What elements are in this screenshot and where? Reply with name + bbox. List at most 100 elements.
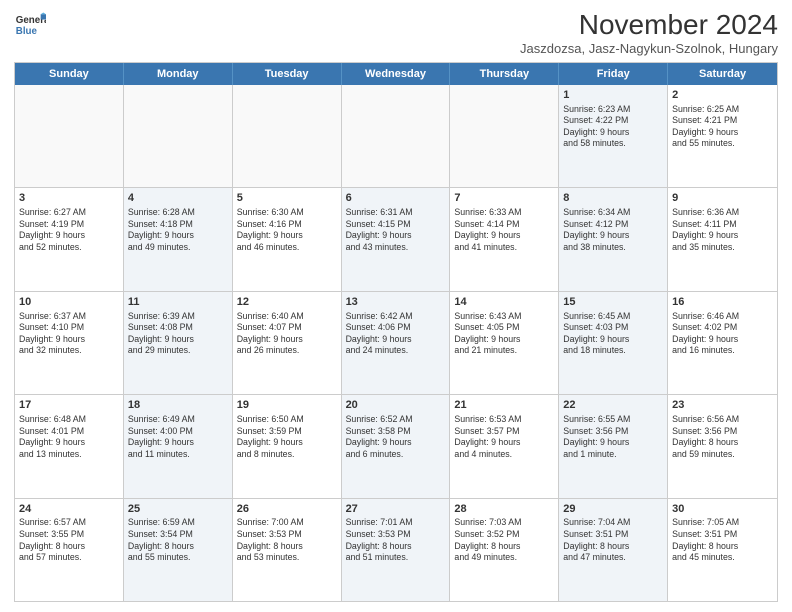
day-info: Sunrise: 6:45 AM Sunset: 4:03 PM Dayligh… xyxy=(563,311,663,357)
empty-cell-0-2 xyxy=(233,85,342,187)
day-cell-26: 26Sunrise: 7:00 AM Sunset: 3:53 PM Dayli… xyxy=(233,499,342,601)
header-cell-sunday: Sunday xyxy=(15,63,124,85)
day-cell-9: 9Sunrise: 6:36 AM Sunset: 4:11 PM Daylig… xyxy=(668,188,777,290)
day-number: 19 xyxy=(237,398,337,413)
day-cell-27: 27Sunrise: 7:01 AM Sunset: 3:53 PM Dayli… xyxy=(342,499,451,601)
day-number: 30 xyxy=(672,502,773,517)
day-info: Sunrise: 6:34 AM Sunset: 4:12 PM Dayligh… xyxy=(563,207,663,253)
day-info: Sunrise: 7:00 AM Sunset: 3:53 PM Dayligh… xyxy=(237,517,337,563)
day-info: Sunrise: 6:28 AM Sunset: 4:18 PM Dayligh… xyxy=(128,207,228,253)
day-info: Sunrise: 6:25 AM Sunset: 4:21 PM Dayligh… xyxy=(672,104,773,150)
day-number: 2 xyxy=(672,88,773,103)
day-cell-29: 29Sunrise: 7:04 AM Sunset: 3:51 PM Dayli… xyxy=(559,499,668,601)
day-cell-23: 23Sunrise: 6:56 AM Sunset: 3:56 PM Dayli… xyxy=(668,395,777,497)
empty-cell-0-1 xyxy=(124,85,233,187)
day-number: 23 xyxy=(672,398,773,413)
day-number: 13 xyxy=(346,295,446,310)
calendar-body: 1Sunrise: 6:23 AM Sunset: 4:22 PM Daylig… xyxy=(15,85,777,601)
day-number: 24 xyxy=(19,502,119,517)
day-info: Sunrise: 6:55 AM Sunset: 3:56 PM Dayligh… xyxy=(563,414,663,460)
day-number: 1 xyxy=(563,88,663,103)
day-info: Sunrise: 6:46 AM Sunset: 4:02 PM Dayligh… xyxy=(672,311,773,357)
day-info: Sunrise: 6:59 AM Sunset: 3:54 PM Dayligh… xyxy=(128,517,228,563)
day-number: 5 xyxy=(237,191,337,206)
header: General Blue November 2024 Jaszdozsa, Ja… xyxy=(14,10,778,56)
day-info: Sunrise: 6:39 AM Sunset: 4:08 PM Dayligh… xyxy=(128,311,228,357)
title-block: November 2024 Jaszdozsa, Jasz-Nagykun-Sz… xyxy=(520,10,778,56)
day-info: Sunrise: 6:30 AM Sunset: 4:16 PM Dayligh… xyxy=(237,207,337,253)
day-cell-10: 10Sunrise: 6:37 AM Sunset: 4:10 PM Dayli… xyxy=(15,292,124,394)
day-cell-6: 6Sunrise: 6:31 AM Sunset: 4:15 PM Daylig… xyxy=(342,188,451,290)
calendar-row-3: 10Sunrise: 6:37 AM Sunset: 4:10 PM Dayli… xyxy=(15,291,777,394)
day-info: Sunrise: 6:50 AM Sunset: 3:59 PM Dayligh… xyxy=(237,414,337,460)
day-number: 27 xyxy=(346,502,446,517)
day-number: 12 xyxy=(237,295,337,310)
day-cell-24: 24Sunrise: 6:57 AM Sunset: 3:55 PM Dayli… xyxy=(15,499,124,601)
day-number: 9 xyxy=(672,191,773,206)
day-cell-19: 19Sunrise: 6:50 AM Sunset: 3:59 PM Dayli… xyxy=(233,395,342,497)
day-info: Sunrise: 7:03 AM Sunset: 3:52 PM Dayligh… xyxy=(454,517,554,563)
day-info: Sunrise: 6:36 AM Sunset: 4:11 PM Dayligh… xyxy=(672,207,773,253)
day-number: 14 xyxy=(454,295,554,310)
calendar-row-5: 24Sunrise: 6:57 AM Sunset: 3:55 PM Dayli… xyxy=(15,498,777,601)
month-title: November 2024 xyxy=(520,10,778,41)
day-cell-21: 21Sunrise: 6:53 AM Sunset: 3:57 PM Dayli… xyxy=(450,395,559,497)
day-number: 29 xyxy=(563,502,663,517)
day-info: Sunrise: 7:01 AM Sunset: 3:53 PM Dayligh… xyxy=(346,517,446,563)
day-cell-13: 13Sunrise: 6:42 AM Sunset: 4:06 PM Dayli… xyxy=(342,292,451,394)
page: General Blue November 2024 Jaszdozsa, Ja… xyxy=(0,0,792,612)
calendar-header: SundayMondayTuesdayWednesdayThursdayFrid… xyxy=(15,63,777,85)
day-cell-14: 14Sunrise: 6:43 AM Sunset: 4:05 PM Dayli… xyxy=(450,292,559,394)
day-cell-16: 16Sunrise: 6:46 AM Sunset: 4:02 PM Dayli… xyxy=(668,292,777,394)
day-info: Sunrise: 6:48 AM Sunset: 4:01 PM Dayligh… xyxy=(19,414,119,460)
calendar-row-1: 1Sunrise: 6:23 AM Sunset: 4:22 PM Daylig… xyxy=(15,85,777,187)
day-cell-2: 2Sunrise: 6:25 AM Sunset: 4:21 PM Daylig… xyxy=(668,85,777,187)
day-cell-15: 15Sunrise: 6:45 AM Sunset: 4:03 PM Dayli… xyxy=(559,292,668,394)
day-number: 7 xyxy=(454,191,554,206)
logo: General Blue xyxy=(14,10,50,38)
day-number: 21 xyxy=(454,398,554,413)
day-number: 17 xyxy=(19,398,119,413)
calendar-row-2: 3Sunrise: 6:27 AM Sunset: 4:19 PM Daylig… xyxy=(15,187,777,290)
day-number: 25 xyxy=(128,502,228,517)
day-info: Sunrise: 6:56 AM Sunset: 3:56 PM Dayligh… xyxy=(672,414,773,460)
header-cell-thursday: Thursday xyxy=(450,63,559,85)
day-number: 10 xyxy=(19,295,119,310)
day-cell-12: 12Sunrise: 6:40 AM Sunset: 4:07 PM Dayli… xyxy=(233,292,342,394)
day-number: 18 xyxy=(128,398,228,413)
day-cell-28: 28Sunrise: 7:03 AM Sunset: 3:52 PM Dayli… xyxy=(450,499,559,601)
day-number: 16 xyxy=(672,295,773,310)
location-subtitle: Jaszdozsa, Jasz-Nagykun-Szolnok, Hungary xyxy=(520,41,778,56)
day-number: 22 xyxy=(563,398,663,413)
day-cell-22: 22Sunrise: 6:55 AM Sunset: 3:56 PM Dayli… xyxy=(559,395,668,497)
header-cell-monday: Monday xyxy=(124,63,233,85)
day-info: Sunrise: 6:23 AM Sunset: 4:22 PM Dayligh… xyxy=(563,104,663,150)
day-info: Sunrise: 6:40 AM Sunset: 4:07 PM Dayligh… xyxy=(237,311,337,357)
day-info: Sunrise: 6:43 AM Sunset: 4:05 PM Dayligh… xyxy=(454,311,554,357)
day-cell-5: 5Sunrise: 6:30 AM Sunset: 4:16 PM Daylig… xyxy=(233,188,342,290)
day-cell-1: 1Sunrise: 6:23 AM Sunset: 4:22 PM Daylig… xyxy=(559,85,668,187)
day-info: Sunrise: 6:33 AM Sunset: 4:14 PM Dayligh… xyxy=(454,207,554,253)
header-cell-friday: Friday xyxy=(559,63,668,85)
day-number: 11 xyxy=(128,295,228,310)
day-cell-7: 7Sunrise: 6:33 AM Sunset: 4:14 PM Daylig… xyxy=(450,188,559,290)
day-info: Sunrise: 6:53 AM Sunset: 3:57 PM Dayligh… xyxy=(454,414,554,460)
day-number: 3 xyxy=(19,191,119,206)
header-cell-tuesday: Tuesday xyxy=(233,63,342,85)
day-cell-11: 11Sunrise: 6:39 AM Sunset: 4:08 PM Dayli… xyxy=(124,292,233,394)
day-number: 4 xyxy=(128,191,228,206)
day-number: 26 xyxy=(237,502,337,517)
day-cell-30: 30Sunrise: 7:05 AM Sunset: 3:51 PM Dayli… xyxy=(668,499,777,601)
day-number: 15 xyxy=(563,295,663,310)
header-cell-saturday: Saturday xyxy=(668,63,777,85)
day-cell-8: 8Sunrise: 6:34 AM Sunset: 4:12 PM Daylig… xyxy=(559,188,668,290)
day-info: Sunrise: 6:52 AM Sunset: 3:58 PM Dayligh… xyxy=(346,414,446,460)
svg-text:Blue: Blue xyxy=(16,26,38,37)
day-number: 8 xyxy=(563,191,663,206)
day-number: 20 xyxy=(346,398,446,413)
empty-cell-0-0 xyxy=(15,85,124,187)
day-info: Sunrise: 6:42 AM Sunset: 4:06 PM Dayligh… xyxy=(346,311,446,357)
day-info: Sunrise: 7:05 AM Sunset: 3:51 PM Dayligh… xyxy=(672,517,773,563)
day-info: Sunrise: 6:27 AM Sunset: 4:19 PM Dayligh… xyxy=(19,207,119,253)
day-cell-17: 17Sunrise: 6:48 AM Sunset: 4:01 PM Dayli… xyxy=(15,395,124,497)
